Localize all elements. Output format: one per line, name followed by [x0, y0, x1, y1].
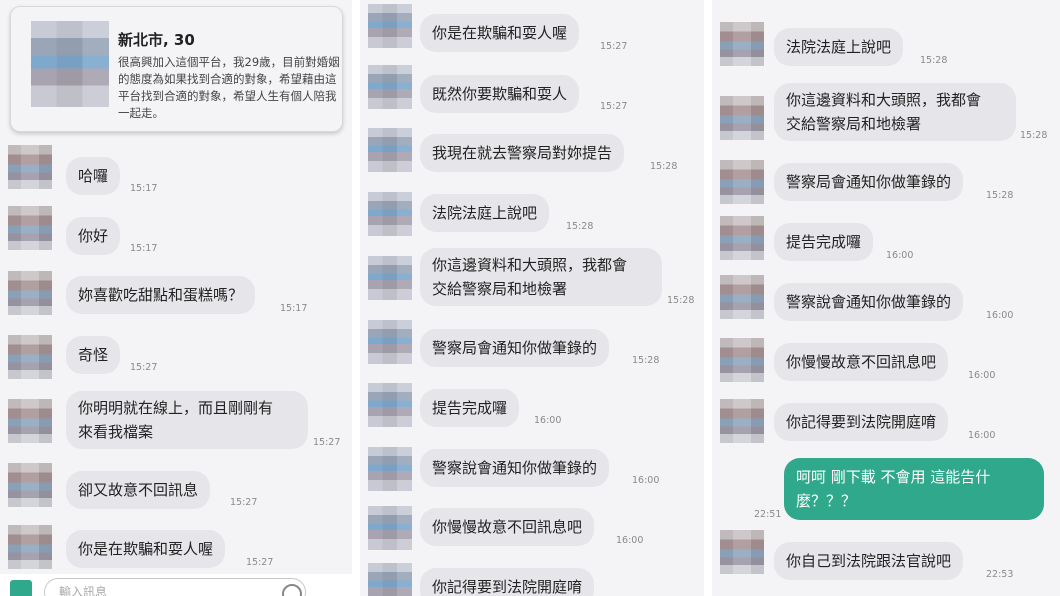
message-line: 你明明就在線上，而且剛剛有	[78, 399, 274, 417]
avatar[interactable]	[720, 275, 764, 319]
message-time: 16:00	[534, 415, 562, 426]
message-time: 16:00	[886, 250, 914, 261]
message-time: 15:28	[632, 355, 660, 366]
message-time: 15:27	[246, 557, 274, 568]
message-bubble: 你慢慢故意不回訊息吧	[420, 508, 595, 546]
message-time: 15:28	[667, 295, 695, 306]
message-line: 來看我檔案	[78, 423, 154, 441]
avatar[interactable]	[720, 96, 764, 140]
avatar[interactable]	[8, 525, 52, 569]
message-line: 呵呵 剛下載 不會用 這能告什	[796, 468, 991, 486]
message-line: 交給警察局和地檢署	[786, 115, 922, 133]
message-time: 15:28	[920, 55, 948, 66]
message-time: 16:00	[968, 370, 996, 381]
message-bubble: 提告完成囉	[420, 389, 520, 427]
message-time: 15:27	[600, 41, 628, 52]
message-time: 15:27	[600, 101, 628, 112]
avatar[interactable]	[8, 399, 52, 443]
message-time: 15:17	[130, 243, 158, 254]
message-bubble: 你記得要到法院開庭唷	[774, 403, 949, 441]
avatar[interactable]	[720, 22, 764, 66]
chat-panel-1: 新北市, 30 很高興加入這個平台，我29歲，目前對婚姻的態度為如果找到合適的對…	[0, 0, 352, 596]
profile-name: 新北市, 30	[118, 31, 195, 49]
avatar[interactable]	[368, 192, 412, 236]
message-time: 15:28	[1020, 130, 1048, 141]
avatar[interactable]	[720, 338, 764, 382]
message-bubble: 卻又故意不回訊息	[66, 471, 211, 509]
avatar[interactable]	[720, 399, 764, 443]
avatar[interactable]	[8, 206, 52, 250]
message-bubble: 你慢慢故意不回訊息吧	[774, 343, 949, 381]
message-bubble: 奇怪	[66, 336, 121, 374]
message-bubble: 你這邊資料和大頭照，我都會 交給警察局和地檢署	[774, 83, 1016, 141]
message-bubble: 你明明就在線上，而且剛剛有 來看我檔案	[66, 391, 308, 449]
avatar[interactable]	[720, 160, 764, 204]
avatar[interactable]	[368, 383, 412, 427]
message-line: 你這邊資料和大頭照，我都會	[786, 91, 982, 109]
sent-message-bubble: 呵呵 剛下載 不會用 這能告什 麼？？？	[784, 458, 1044, 520]
message-bubble: 法院法庭上說吧	[774, 28, 904, 66]
avatar[interactable]	[720, 216, 764, 260]
input-bar: 輸入訊息	[0, 574, 352, 596]
message-line: 你這邊資料和大頭照，我都會	[432, 256, 628, 274]
message-bubble: 既然你要欺騙和耍人	[420, 75, 580, 113]
message-bubble: 法院法庭上說吧	[420, 194, 550, 232]
avatar[interactable]	[720, 530, 764, 574]
avatar[interactable]	[8, 145, 52, 189]
message-time: 22:51	[754, 509, 782, 520]
avatar[interactable]	[8, 271, 52, 315]
message-time: 15:28	[566, 221, 594, 232]
profile-bio: 很高興加入這個平台，我29歲，目前對婚姻的態度為如果找到合適的對象，希望藉由這平…	[118, 55, 340, 120]
message-bubble: 妳喜歡吃甜點和蛋糕嗎？	[66, 276, 256, 314]
message-bubble: 警察說會通知你做筆錄的	[420, 449, 610, 487]
message-time: 15:28	[986, 190, 1014, 201]
message-bubble: 你這邊資料和大頭照，我都會 交給警察局和地檢署	[420, 248, 662, 306]
message-bubble: 警察局會通知你做筆錄的	[420, 329, 610, 367]
message-bubble: 你好	[66, 217, 121, 255]
message-time: 16:00	[616, 535, 644, 546]
message-time: 15:27	[130, 362, 158, 373]
message-bubble: 你是在欺騙和耍人喔	[420, 14, 580, 52]
message-time: 15:17	[280, 303, 308, 314]
message-time: 15:27	[313, 437, 341, 448]
avatar[interactable]	[368, 65, 412, 109]
message-time: 22:53	[986, 569, 1014, 580]
avatar[interactable]	[8, 463, 52, 507]
message-bubble: 你自己到法院跟法官說吧	[774, 542, 964, 580]
panel-divider	[704, 0, 712, 596]
avatar[interactable]	[368, 563, 412, 596]
message-time: 15:28	[650, 161, 678, 172]
message-line: 交給警察局和地檢署	[432, 280, 568, 298]
message-bubble: 你是在欺騙和耍人喔	[66, 530, 226, 568]
add-attachment-button[interactable]	[10, 580, 32, 596]
message-time: 15:27	[230, 497, 258, 508]
message-bubble: 哈囉	[66, 157, 121, 195]
message-bubble: 警察局會通知你做筆錄的	[774, 163, 964, 201]
avatar[interactable]	[368, 447, 412, 491]
avatar[interactable]	[368, 128, 412, 172]
message-bubble: 警察說會通知你做筆錄的	[774, 283, 964, 321]
message-time: 16:00	[632, 475, 660, 486]
message-bubble: 你記得要到法院開庭唷	[420, 568, 595, 596]
avatar[interactable]	[368, 256, 412, 300]
avatar[interactable]	[368, 320, 412, 364]
chat-panel-2: 你是在欺騙和耍人喔 15:27 既然你要欺騙和耍人 15:27 我現在就去警察局…	[360, 0, 704, 596]
message-bubble: 提告完成囉	[774, 223, 874, 261]
message-time: 15:17	[130, 183, 158, 194]
message-time: 16:00	[968, 430, 996, 441]
profile-avatar	[31, 21, 109, 107]
profile-card[interactable]: 新北市, 30 很高興加入這個平台，我29歲，目前對婚姻的態度為如果找到合適的對…	[10, 6, 343, 132]
avatar[interactable]	[368, 506, 412, 550]
message-time: 16:00	[986, 310, 1014, 321]
message-input[interactable]: 輸入訊息	[44, 578, 306, 596]
avatar[interactable]	[368, 4, 412, 48]
chat-panel-3: 法院法庭上說吧 15:28 你這邊資料和大頭照，我都會 交給警察局和地檢署 15…	[712, 0, 1060, 596]
avatar[interactable]	[8, 335, 52, 379]
message-line: 麼？？？	[796, 492, 857, 510]
panel-divider	[352, 0, 360, 596]
message-bubble: 我現在就去警察局對妳提告	[420, 134, 625, 172]
